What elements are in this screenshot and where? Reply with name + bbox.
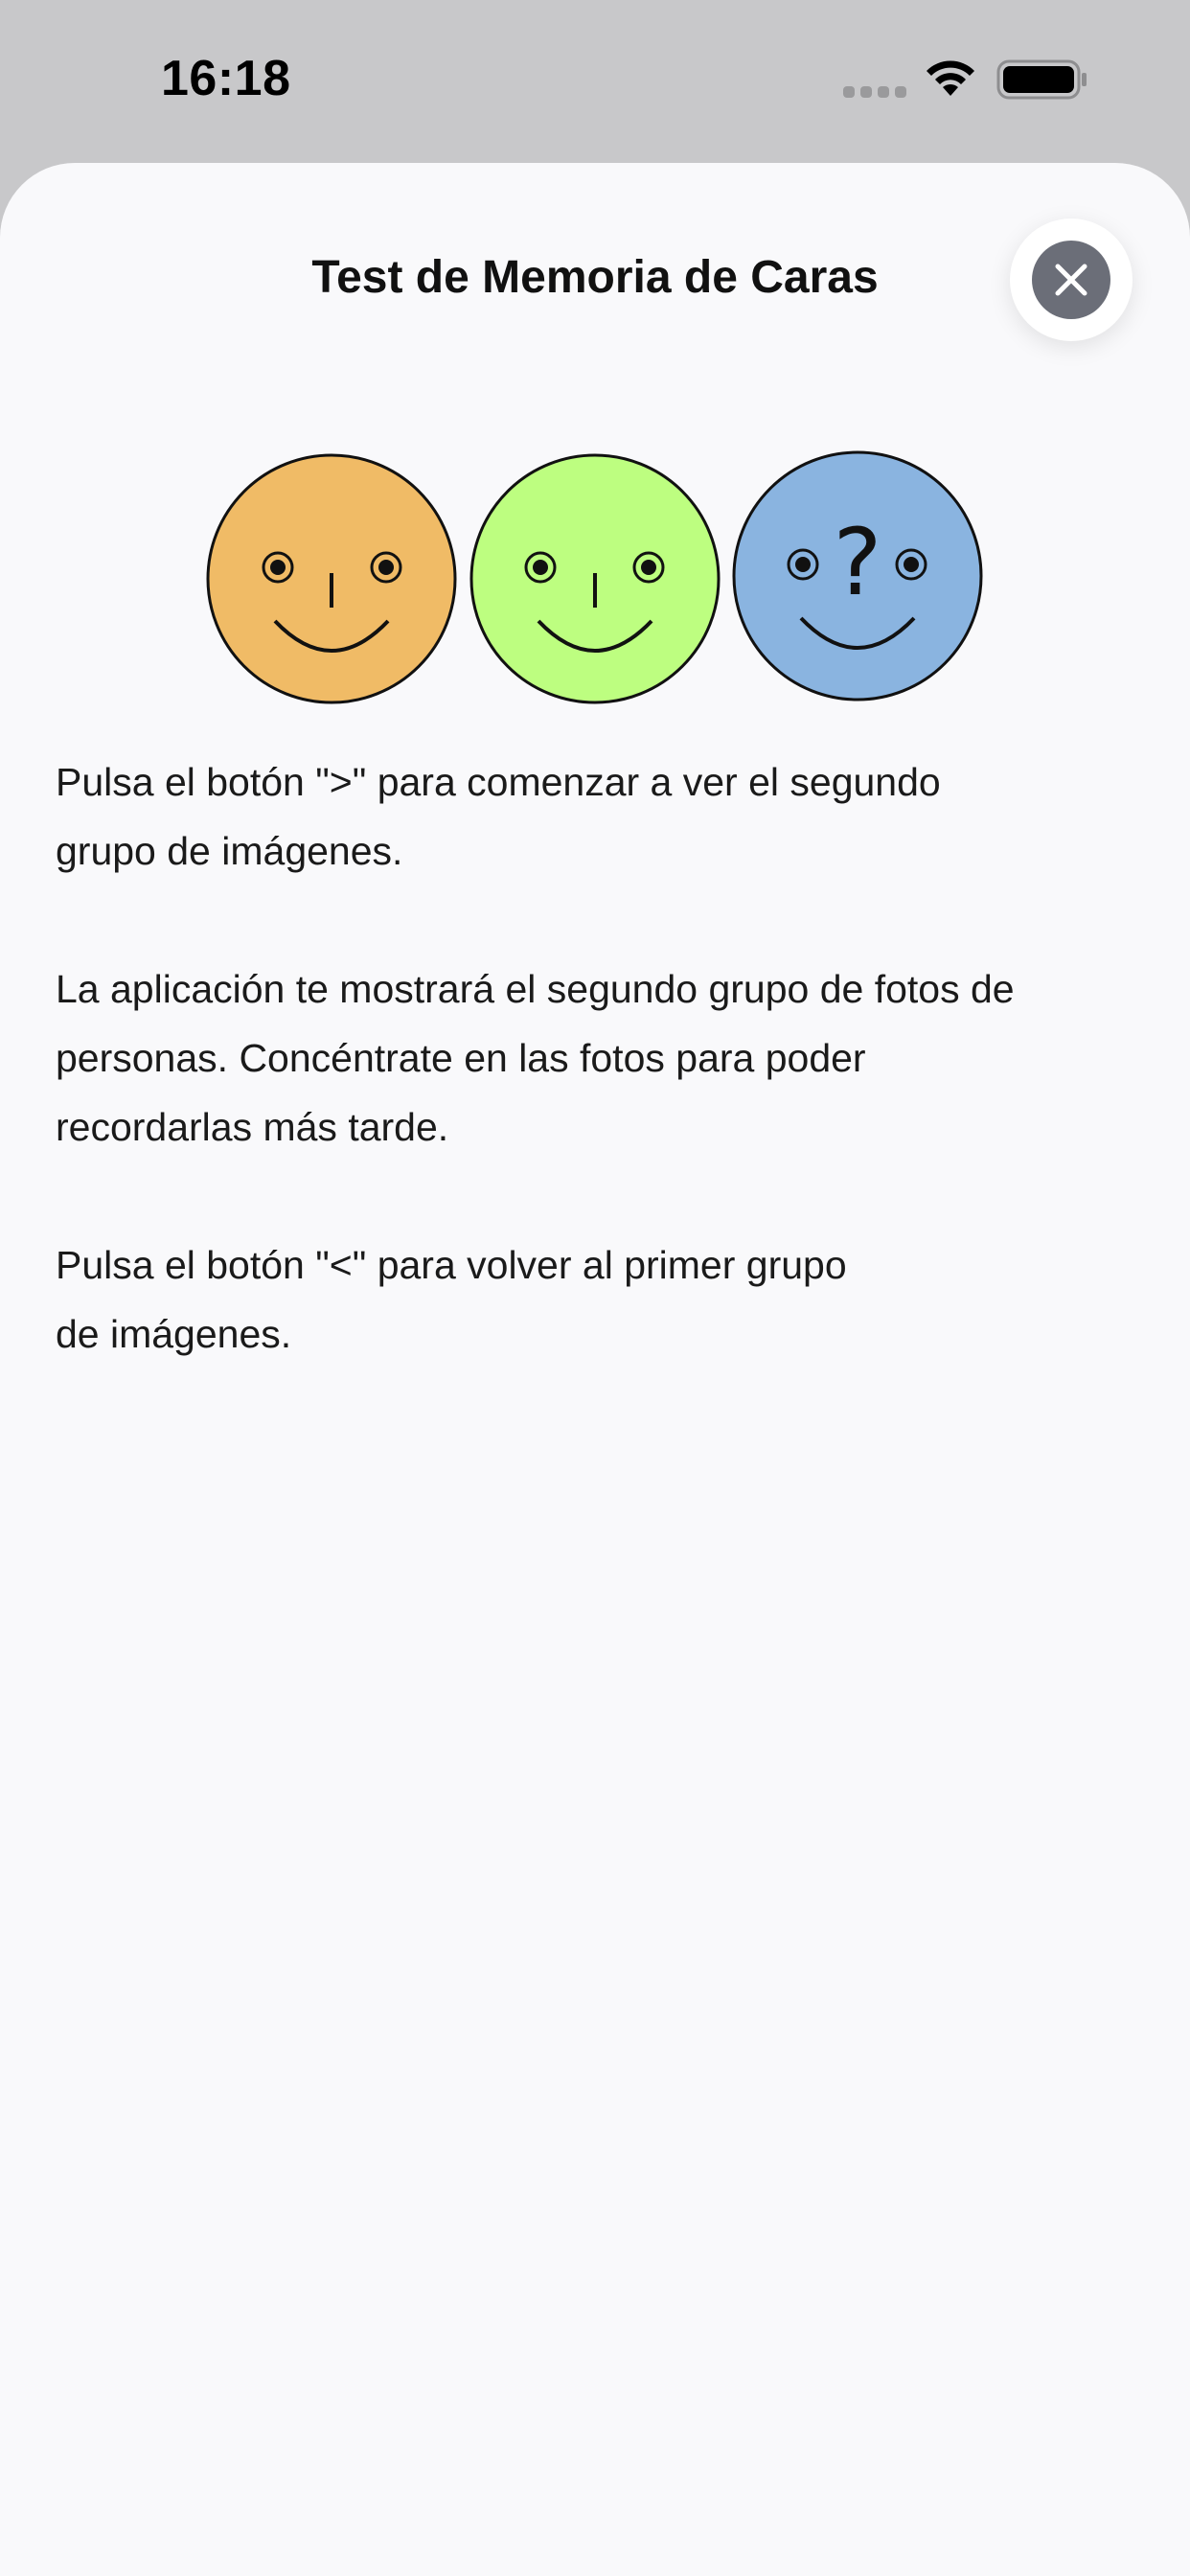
wifi-icon bbox=[927, 60, 974, 96]
modal-sheet: Test de Memoria de Caras ? Pulsa el botó… bbox=[0, 163, 1190, 2576]
instruction-description: La aplicación te mostrará el segundo gru… bbox=[56, 967, 1015, 1149]
instruction-next: Pulsa el botón ">" para comenzar a ver e… bbox=[56, 760, 941, 873]
orange-face-icon bbox=[206, 453, 457, 704]
cellular-signal-icon bbox=[843, 86, 906, 98]
status-time: 16:18 bbox=[161, 51, 291, 106]
status-bar: 16:18 bbox=[0, 0, 1190, 161]
instruction-back: Pulsa el botón "<" para volver al primer… bbox=[56, 1243, 847, 1356]
blue-face-icon: ? bbox=[732, 450, 983, 702]
faces-illustration: ? bbox=[206, 450, 983, 704]
question-mark: ? bbox=[834, 509, 882, 616]
battery-icon bbox=[996, 59, 1087, 100]
green-face-icon bbox=[469, 453, 721, 704]
instructions: Pulsa el botón ">" para comenzar a ver e… bbox=[56, 748, 1138, 1438]
close-button[interactable] bbox=[1010, 218, 1133, 341]
close-icon bbox=[1032, 241, 1110, 319]
